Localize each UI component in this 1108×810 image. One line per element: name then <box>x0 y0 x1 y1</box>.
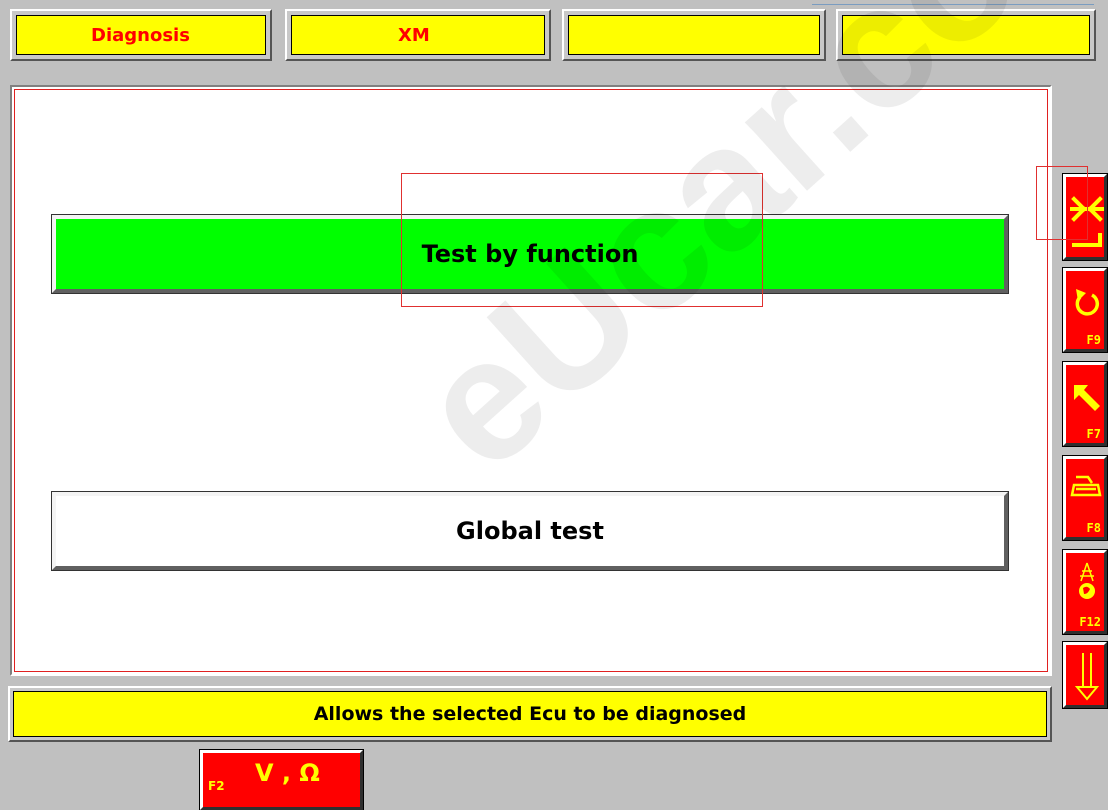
test-by-function-label: Test by function <box>421 240 639 268</box>
back-button[interactable]: F7 <box>1062 361 1108 447</box>
arrow-down-icon <box>1074 653 1100 701</box>
exit-return-icon <box>1070 196 1104 247</box>
top-divider-line <box>812 4 1094 5</box>
tab-empty-4 <box>836 9 1096 61</box>
panel-border <box>14 89 1048 672</box>
tab-empty-3 <box>562 9 826 61</box>
tab-vehicle[interactable]: XM <box>285 9 551 61</box>
status-bar: Allows the selected Ecu to be diagnosed <box>8 686 1052 742</box>
scroll-down-button[interactable] <box>1062 641 1108 709</box>
main-panel: Test by function Global test <box>10 85 1052 676</box>
back-key: F7 <box>1086 427 1101 441</box>
print-icon <box>1070 475 1102 497</box>
refresh-key: F9 <box>1086 333 1101 347</box>
global-test-label: Global test <box>456 517 604 545</box>
broadcast-button[interactable]: F12 <box>1062 549 1108 635</box>
print-button[interactable]: F8 <box>1062 455 1108 541</box>
measure-key: F2 <box>208 779 225 793</box>
broadcast-key: F12 <box>1079 615 1101 629</box>
broadcast-globe-icon <box>1079 562 1095 599</box>
status-text: Allows the selected Ecu to be diagnosed <box>313 703 747 725</box>
global-test-button[interactable]: Global test <box>51 491 1009 571</box>
tab-vehicle-label: XM <box>398 24 430 46</box>
tab-diagnosis[interactable]: Diagnosis <box>10 9 272 61</box>
refresh-button[interactable]: F9 <box>1062 267 1108 353</box>
print-key: F8 <box>1086 521 1101 535</box>
measure-label: V , Ω <box>255 759 320 787</box>
measure-button[interactable]: V , Ω F2 <box>199 749 364 810</box>
arrow-up-left-icon <box>1074 385 1100 411</box>
exit-button[interactable] <box>1062 173 1108 261</box>
refresh-icon <box>1075 289 1100 316</box>
tab-diagnosis-label: Diagnosis <box>91 24 190 46</box>
test-by-function-button[interactable]: Test by function <box>51 214 1009 294</box>
